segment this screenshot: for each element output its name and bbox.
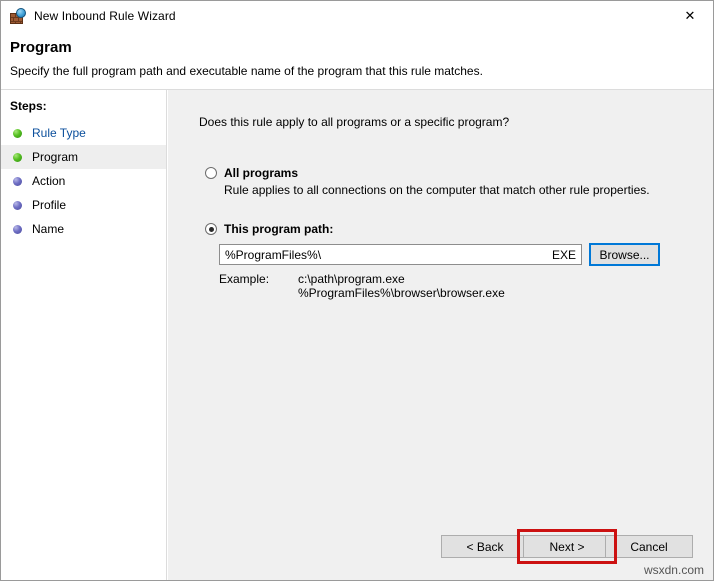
sidebar-item-action[interactable]: Action — [1, 169, 166, 193]
sidebar-item-label: Name — [32, 222, 64, 236]
steps-label: Steps: — [10, 99, 47, 113]
window-title: New Inbound Rule Wizard — [34, 9, 176, 23]
wizard-header: Program Specify the full program path an… — [1, 31, 713, 90]
radio-label-all-programs: All programs — [224, 166, 298, 180]
option-this-program-path[interactable]: This program path: — [205, 222, 333, 236]
step-bullet-icon — [13, 129, 22, 138]
sidebar-item-label: Profile — [32, 198, 66, 212]
radio-all-programs[interactable] — [205, 167, 217, 179]
title-bar: New Inbound Rule Wizard ✕ — [1, 1, 713, 31]
firewall-icon — [10, 8, 26, 24]
watermark: wsxdn.com — [644, 563, 704, 577]
page-title: Program — [10, 39, 72, 56]
radio-label-this-program-path: This program path: — [224, 222, 333, 236]
next-button-highlight-annotation — [517, 529, 617, 564]
option-all-programs[interactable]: All programs Rule applies to all connect… — [205, 166, 650, 197]
wizard-footer: < Back Next > Cancel wsxdn.com — [168, 521, 713, 580]
program-path-row: %ProgramFiles%\ EXE Browse... — [219, 243, 660, 266]
step-bullet-icon — [13, 201, 22, 210]
program-path-value: %ProgramFiles%\ — [225, 248, 546, 262]
sidebar-item-program[interactable]: Program — [1, 145, 166, 169]
sidebar-item-label: Action — [32, 174, 65, 188]
option-description-all-programs: Rule applies to all connections on the c… — [224, 183, 650, 197]
sidebar-item-profile[interactable]: Profile — [1, 193, 166, 217]
close-icon[interactable]: ✕ — [667, 1, 713, 31]
new-inbound-rule-wizard-window: New Inbound Rule Wizard ✕ Program Specif… — [0, 0, 714, 581]
page-subtitle: Specify the full program path and execut… — [10, 64, 483, 78]
main-content-panel: Does this rule apply to all programs or … — [168, 90, 713, 580]
sidebar-item-name[interactable]: Name — [1, 217, 166, 241]
steps-sidebar: Steps: Rule Type Program Action Profile … — [1, 90, 167, 580]
example-block: Example: c:\path\program.exe %ProgramFil… — [219, 272, 505, 300]
sidebar-item-label: Rule Type — [32, 126, 86, 140]
example-values: c:\path\program.exe %ProgramFiles%\brows… — [298, 272, 505, 300]
example-line: %ProgramFiles%\browser\browser.exe — [298, 286, 505, 300]
sidebar-item-label: Program — [32, 150, 78, 164]
step-bullet-icon — [13, 225, 22, 234]
sidebar-item-rule-type[interactable]: Rule Type — [1, 121, 166, 145]
step-bullet-icon — [13, 177, 22, 186]
radio-this-program-path[interactable] — [205, 223, 217, 235]
radio-row-this-program-path[interactable]: This program path: — [205, 222, 333, 236]
back-button[interactable]: < Back — [441, 535, 529, 558]
question-text: Does this rule apply to all programs or … — [199, 115, 509, 129]
program-path-input[interactable]: %ProgramFiles%\ EXE — [219, 244, 582, 265]
browse-button[interactable]: Browse... — [589, 243, 660, 266]
example-line: c:\path\program.exe — [298, 272, 505, 286]
steps-list: Rule Type Program Action Profile Name — [1, 121, 166, 241]
radio-row-all-programs[interactable]: All programs — [205, 166, 650, 180]
step-bullet-icon — [13, 153, 22, 162]
globe-shape — [16, 8, 26, 18]
program-path-suffix: EXE — [552, 248, 576, 262]
example-caption: Example: — [219, 272, 298, 300]
cancel-button[interactable]: Cancel — [605, 535, 693, 558]
